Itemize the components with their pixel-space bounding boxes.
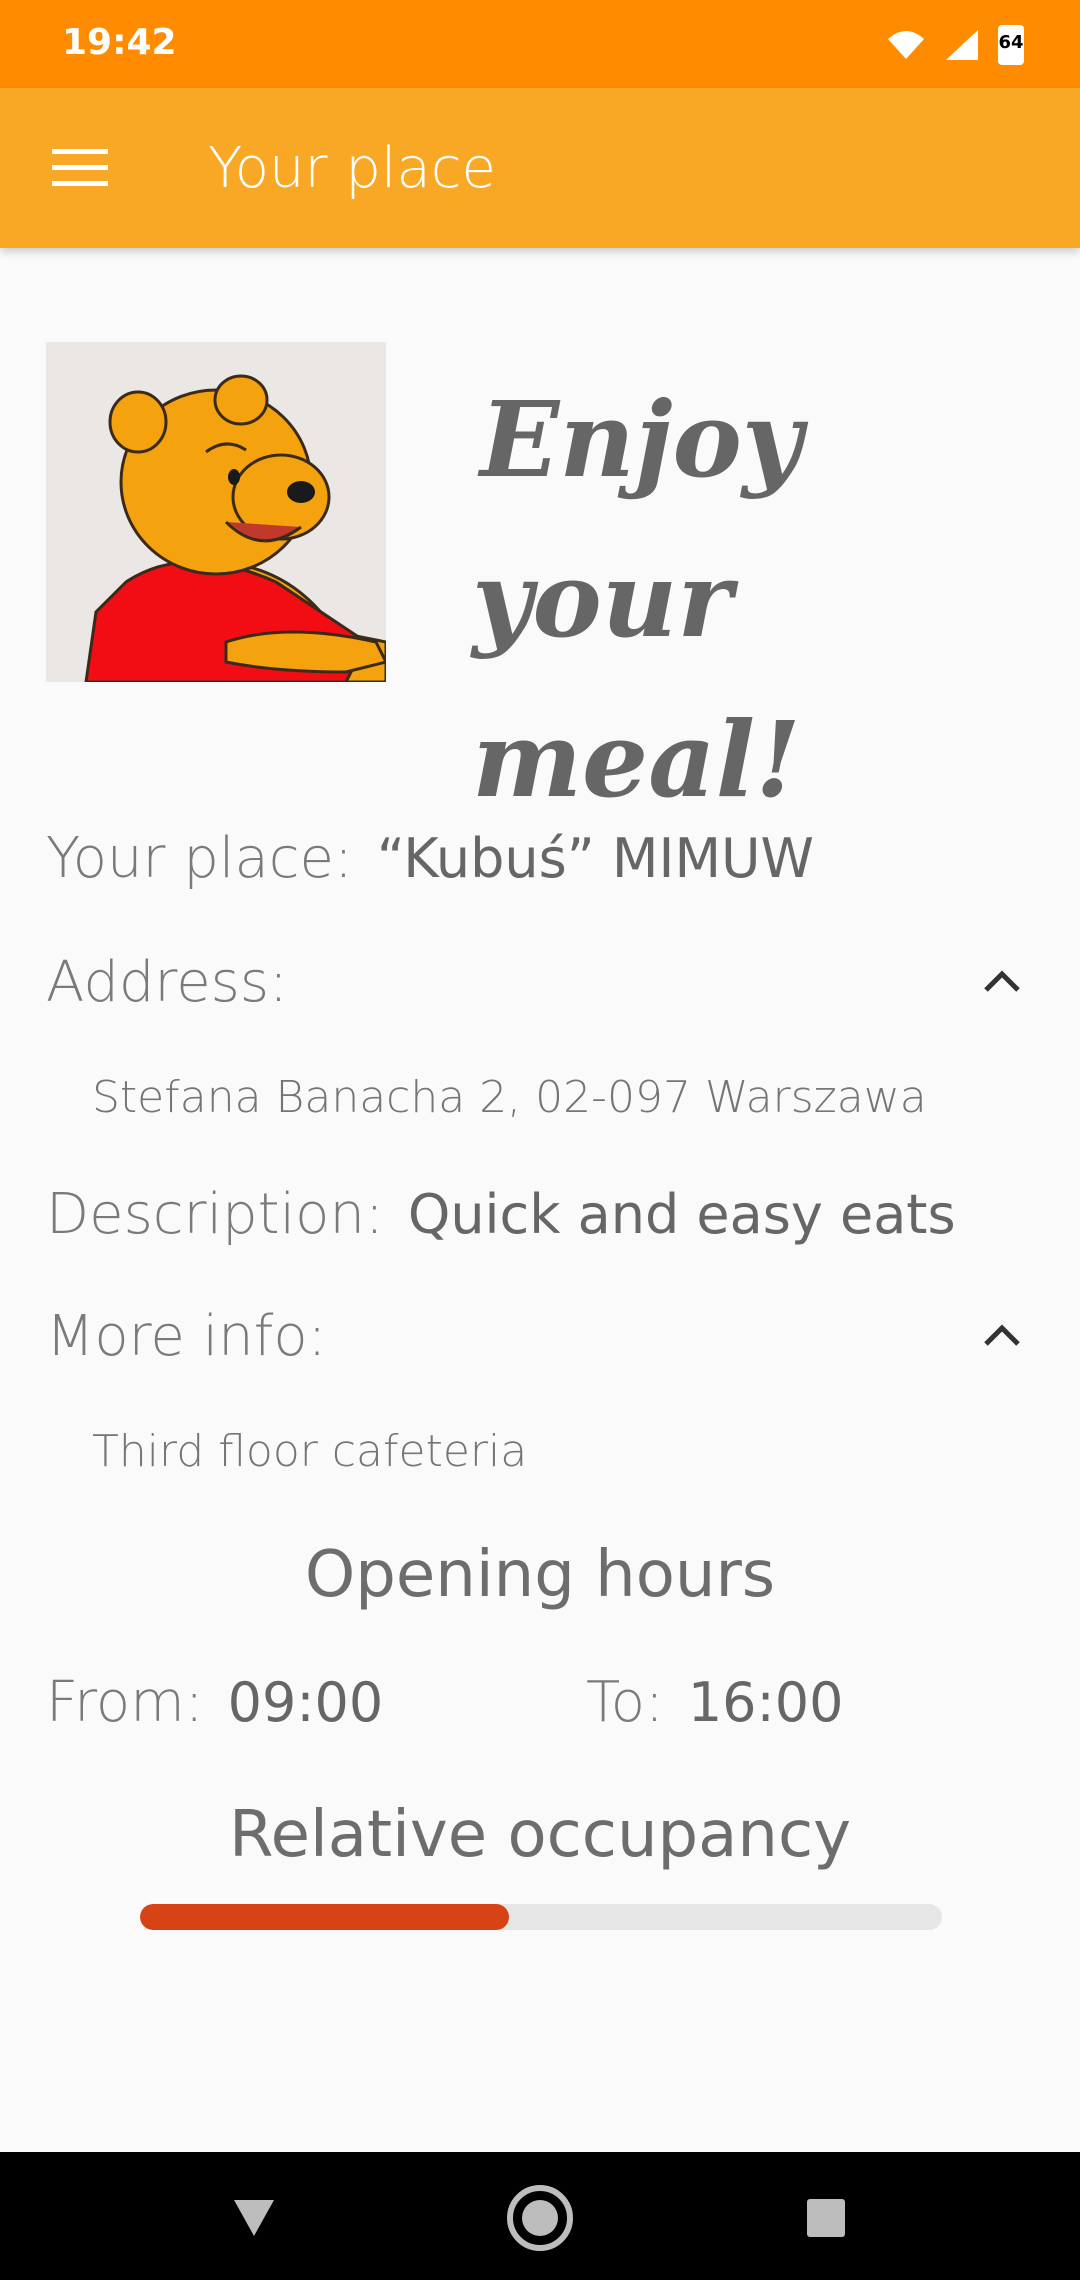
hours-to: To: 16:00 bbox=[586, 1670, 843, 1735]
from-value: 09:00 bbox=[227, 1671, 384, 1734]
place-label: Your place: bbox=[46, 826, 353, 891]
more-info-value: Third floor cafeteria bbox=[92, 1426, 528, 1477]
address-label: Address: bbox=[46, 950, 288, 1015]
address-value: Stefana Banacha 2, 02-097 Warszawa bbox=[92, 1072, 927, 1123]
status-icons: 64 bbox=[886, 24, 1024, 66]
home-icon bbox=[507, 2185, 573, 2251]
back-button[interactable] bbox=[214, 2178, 294, 2258]
menu-button[interactable] bbox=[44, 136, 116, 200]
recents-icon bbox=[807, 2199, 845, 2237]
place-value: “Kubuś” MIMUW bbox=[376, 827, 814, 890]
description-row: Description: Quick and easy eats bbox=[46, 1182, 1034, 1247]
hero-line-1: Enjoy bbox=[480, 378, 803, 501]
hours-from: From: 09:00 bbox=[46, 1670, 383, 1735]
more-info-label: More info: bbox=[46, 1304, 327, 1369]
status-bar: 19:42 64 bbox=[0, 0, 1080, 88]
bear-illustration bbox=[46, 342, 386, 682]
recents-button[interactable] bbox=[786, 2178, 866, 2258]
to-value: 16:00 bbox=[687, 1671, 844, 1734]
address-row[interactable]: Address: bbox=[46, 950, 1034, 1015]
description-value: Quick and easy eats bbox=[407, 1183, 956, 1246]
battery-icon: 64 bbox=[998, 25, 1024, 65]
chevron-up-icon[interactable] bbox=[980, 960, 1024, 1004]
more-info-row[interactable]: More info: bbox=[46, 1304, 1034, 1369]
occupancy-bar bbox=[140, 1904, 942, 1930]
status-time: 19:42 bbox=[62, 22, 177, 63]
battery-level: 64 bbox=[998, 32, 1024, 53]
back-icon bbox=[234, 2200, 274, 2236]
from-label: From: bbox=[46, 1670, 204, 1735]
home-button[interactable] bbox=[500, 2178, 580, 2258]
wifi-icon bbox=[888, 31, 924, 59]
signal-icon bbox=[946, 30, 978, 60]
place-image bbox=[46, 342, 386, 682]
occupancy-fill bbox=[140, 1904, 509, 1930]
chevron-up-icon[interactable] bbox=[980, 1314, 1024, 1358]
opening-hours-title: Opening hours bbox=[304, 1538, 776, 1612]
navigation-bar bbox=[0, 2152, 1080, 2280]
description-label: Description: bbox=[46, 1182, 384, 1247]
hero-text: Enjoy your meal! bbox=[472, 360, 1040, 840]
app-title: Your place bbox=[208, 136, 497, 201]
menu-icon bbox=[52, 149, 108, 186]
hero-line-2: your meal! bbox=[472, 538, 801, 821]
occupancy-title: Relative occupancy bbox=[229, 1798, 851, 1872]
to-label: To: bbox=[586, 1670, 664, 1735]
place-row: Your place: “Kubuś” MIMUW bbox=[46, 826, 1034, 891]
app-bar: Your place bbox=[0, 88, 1080, 248]
